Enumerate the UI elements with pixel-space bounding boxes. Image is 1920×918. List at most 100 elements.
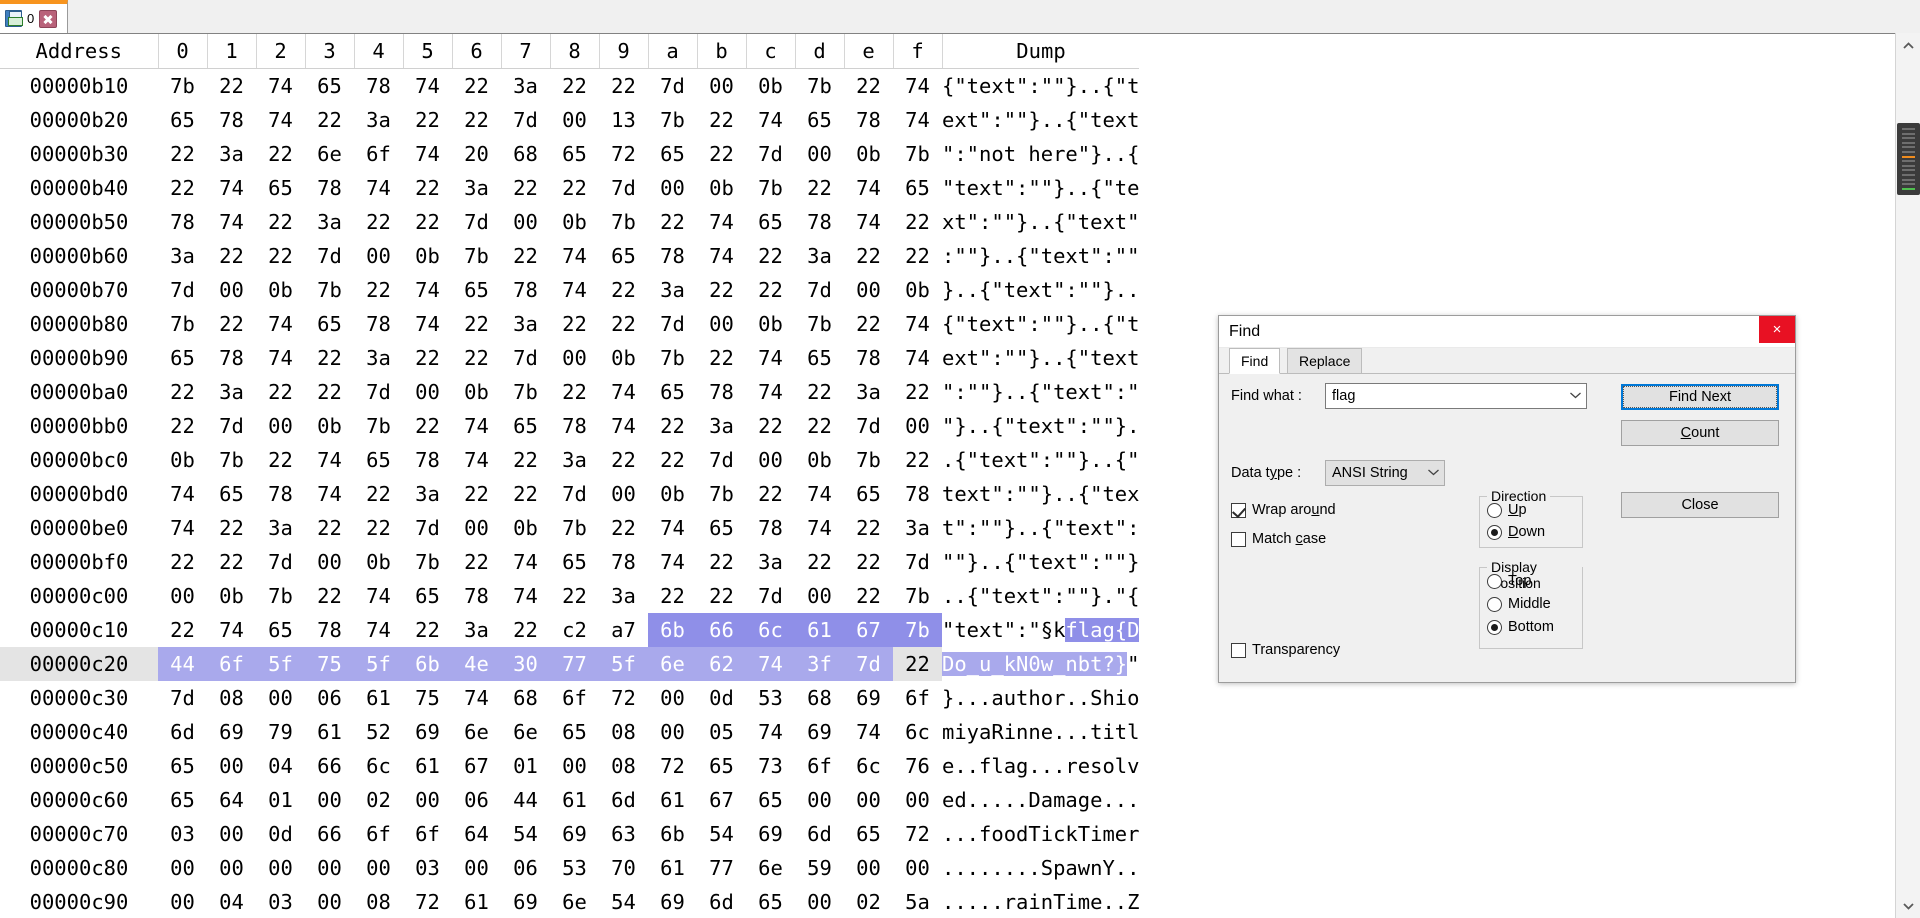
- hex-byte[interactable]: 66: [697, 613, 746, 647]
- hex-byte[interactable]: 00: [256, 681, 305, 715]
- hex-byte[interactable]: 22: [599, 273, 648, 307]
- tab-item-0[interactable]: 0: [0, 0, 68, 33]
- hex-byte[interactable]: 78: [697, 375, 746, 409]
- hex-byte[interactable]: 00: [207, 749, 256, 783]
- hex-byte[interactable]: 74: [550, 273, 599, 307]
- hex-byte[interactable]: 7d: [158, 681, 207, 715]
- hex-byte[interactable]: 00: [550, 103, 599, 137]
- hex-byte[interactable]: 65: [599, 239, 648, 273]
- hex-byte[interactable]: 65: [305, 69, 354, 104]
- find-next-button[interactable]: Find Next: [1621, 384, 1779, 410]
- hex-byte[interactable]: 08: [599, 749, 648, 783]
- hex-byte[interactable]: 74: [844, 171, 893, 205]
- hex-row-dump[interactable]: ":""}..{"text":": [942, 375, 1139, 409]
- hex-row[interactable]: 00000c40 6d 69 79 61 52 69 6e 6e 65 08 00 05 74 69 74 6c…: [0, 715, 1140, 749]
- hex-byte[interactable]: 78: [452, 579, 501, 613]
- hex-byte[interactable]: 22: [354, 477, 403, 511]
- hex-byte[interactable]: 05: [697, 715, 746, 749]
- hex-byte[interactable]: 00: [795, 885, 844, 918]
- hex-byte[interactable]: 04: [207, 885, 256, 918]
- hex-byte[interactable]: 00: [893, 851, 942, 885]
- hex-byte[interactable]: 00: [844, 851, 893, 885]
- hex-byte[interactable]: 6f: [403, 817, 452, 851]
- hex-byte[interactable]: 22: [893, 375, 942, 409]
- hex-byte[interactable]: 22: [746, 409, 795, 443]
- hex-byte[interactable]: 22: [844, 239, 893, 273]
- hex-byte[interactable]: 68: [501, 681, 550, 715]
- hex-byte[interactable]: 22: [305, 103, 354, 137]
- hex-byte[interactable]: 22: [403, 171, 452, 205]
- hex-byte[interactable]: 22: [207, 511, 256, 545]
- hex-byte[interactable]: 00: [256, 409, 305, 443]
- hex-byte[interactable]: 78: [403, 443, 452, 477]
- hex-byte[interactable]: 7b: [648, 103, 697, 137]
- hex-byte[interactable]: 22: [599, 443, 648, 477]
- hex-row-dump[interactable]: text":""}..{"tex: [942, 477, 1139, 511]
- hex-byte[interactable]: 5f: [256, 647, 305, 681]
- wrap-around-checkbox[interactable]: Wrap around: [1231, 502, 1336, 518]
- hex-byte[interactable]: 22: [697, 341, 746, 375]
- hex-byte[interactable]: 74: [207, 205, 256, 239]
- hex-byte[interactable]: 74: [648, 545, 697, 579]
- hex-byte[interactable]: 65: [648, 137, 697, 171]
- hex-byte[interactable]: 74: [207, 613, 256, 647]
- hex-byte[interactable]: 7d: [256, 545, 305, 579]
- hex-byte[interactable]: 22: [893, 239, 942, 273]
- close-button[interactable]: Close: [1621, 492, 1779, 518]
- hex-byte[interactable]: 3a: [354, 103, 403, 137]
- hex-byte[interactable]: 22: [158, 375, 207, 409]
- chevron-down-icon[interactable]: [1422, 467, 1444, 479]
- hex-byte[interactable]: 00: [550, 749, 599, 783]
- hex-byte[interactable]: 00: [403, 783, 452, 817]
- hex-byte[interactable]: 22: [599, 69, 648, 104]
- hex-byte[interactable]: 74: [844, 205, 893, 239]
- hex-byte[interactable]: 7b: [746, 171, 795, 205]
- hex-byte[interactable]: 3a: [599, 579, 648, 613]
- hex-byte[interactable]: 0d: [256, 817, 305, 851]
- hex-byte[interactable]: 7d: [403, 511, 452, 545]
- radio-direction-up[interactable]: Up: [1487, 502, 1527, 518]
- hex-byte[interactable]: 7b: [403, 545, 452, 579]
- hex-row[interactable]: 00000c90 00 04 03 00 08 72 61 69 6e 54 69 6d 65 00 02 5a…: [0, 885, 1140, 918]
- hex-byte[interactable]: 7b: [893, 613, 942, 647]
- hex-byte[interactable]: 53: [550, 851, 599, 885]
- hex-row-dump[interactable]: ":"not here"}..{: [942, 137, 1139, 171]
- hex-byte[interactable]: 7b: [256, 579, 305, 613]
- hex-byte[interactable]: 74: [697, 239, 746, 273]
- hex-byte[interactable]: 22: [256, 375, 305, 409]
- hex-byte[interactable]: 7d: [452, 205, 501, 239]
- hex-row-dump[interactable]: ..{"text":""}."{: [942, 579, 1139, 613]
- hex-byte[interactable]: 65: [844, 477, 893, 511]
- hex-byte[interactable]: 66: [305, 749, 354, 783]
- find-dialog[interactable]: Find × Find Replace Find what : flag Dat…: [1218, 315, 1796, 683]
- hex-byte[interactable]: 74: [893, 307, 942, 341]
- chevron-down-icon[interactable]: [1564, 390, 1586, 402]
- hex-byte[interactable]: 6e: [648, 647, 697, 681]
- hex-byte[interactable]: 7d: [207, 409, 256, 443]
- hex-byte[interactable]: 22: [354, 273, 403, 307]
- hex-byte[interactable]: 4e: [452, 647, 501, 681]
- hex-byte[interactable]: 22: [501, 171, 550, 205]
- hex-byte[interactable]: 22: [403, 409, 452, 443]
- hex-byte[interactable]: 74: [158, 511, 207, 545]
- hex-byte[interactable]: 13: [599, 103, 648, 137]
- hex-byte[interactable]: 74: [403, 273, 452, 307]
- hex-byte[interactable]: 65: [795, 341, 844, 375]
- hex-byte[interactable]: 7d: [746, 579, 795, 613]
- hex-byte[interactable]: 74: [256, 103, 305, 137]
- hex-byte[interactable]: 06: [305, 681, 354, 715]
- hex-byte[interactable]: 74: [207, 171, 256, 205]
- hex-byte[interactable]: 61: [648, 851, 697, 885]
- hex-byte[interactable]: 63: [599, 817, 648, 851]
- chevron-down-icon[interactable]: [1896, 893, 1920, 918]
- hex-byte[interactable]: 65: [256, 613, 305, 647]
- hex-byte[interactable]: 7d: [844, 409, 893, 443]
- hex-row[interactable]: 00000b80 7b 22 74 65 78 74 22 3a 22 22 7d 00 0b 7b 22 74…: [0, 307, 1140, 341]
- hex-byte[interactable]: 7d: [305, 239, 354, 273]
- hex-row[interactable]: 00000c60 65 64 01 00 02 00 06 44 61 6d 61 67 65 00 00 00…: [0, 783, 1140, 817]
- hex-row-dump[interactable]: "text":""}..{"te: [942, 171, 1139, 205]
- hex-byte[interactable]: 52: [354, 715, 403, 749]
- hex-byte[interactable]: 72: [403, 885, 452, 918]
- hex-byte[interactable]: 61: [795, 613, 844, 647]
- hex-row[interactable]: 00000c00 00 0b 7b 22 74 65 78 74 22 3a 22 22 7d 00 22 7b…: [0, 579, 1140, 613]
